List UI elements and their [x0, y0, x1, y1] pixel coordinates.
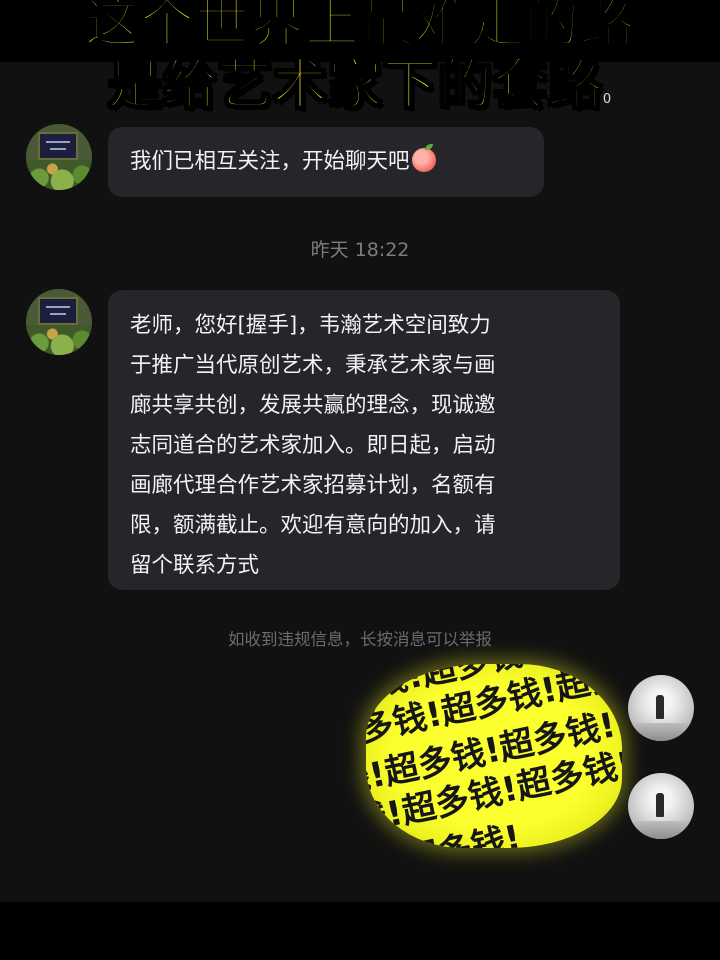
- person-icon: [656, 793, 664, 817]
- painting-icon: [38, 297, 78, 325]
- caption-stray-mark: 0: [602, 92, 613, 107]
- video-caption-line-2: 是给艺术家下的套路0: [0, 40, 720, 119]
- peach-icon: [411, 144, 436, 172]
- message-line: 留个联系方式: [130, 553, 260, 578]
- self-avatar[interactable]: [628, 773, 694, 839]
- message-line: 限，额满截止。欢迎有意向的加入，请: [130, 513, 496, 538]
- message-line: 廊共享共创，发展共赢的理念，现诚邀: [130, 393, 496, 418]
- message-bubble-greeting[interactable]: 我们已相互关注，开始聊天吧: [108, 127, 544, 197]
- self-avatar[interactable]: [628, 675, 694, 741]
- painting-icon: [38, 132, 78, 160]
- bottom-black-band: [0, 902, 720, 960]
- message-bubble-invitation[interactable]: 老师，您好[握手]，韦瀚艺术空间致力 于推广当代原创艺术，秉承艺术家与画 廊共享…: [108, 290, 620, 590]
- message-line: 志同道合的艺术家加入。即日起，启动: [130, 433, 496, 458]
- money-sticker[interactable]: 多钱!超多钱!超多 超多钱!超多钱!超多钱 钱!超多钱!超多钱! 多钱!超多钱!…: [366, 664, 622, 848]
- caption-line-2-text: 是给艺术家下的套路: [107, 52, 603, 117]
- gallery-avatar[interactable]: [26, 124, 92, 190]
- message-line: 老师，您好[握手]，韦瀚艺术空间致力: [130, 313, 491, 338]
- message-line: 于推广当代原创艺术，秉承艺术家与画: [130, 353, 496, 378]
- message-line: 画廊代理合作艺术家招募计划，名额有: [130, 473, 496, 498]
- person-icon: [656, 695, 664, 719]
- greeting-text: 我们已相互关注，开始聊天吧: [130, 149, 410, 174]
- report-notice: 如收到违规信息，长按消息可以举报: [228, 630, 492, 649]
- message-timestamp: 昨天 18:22: [310, 239, 410, 261]
- gallery-avatar[interactable]: [26, 289, 92, 355]
